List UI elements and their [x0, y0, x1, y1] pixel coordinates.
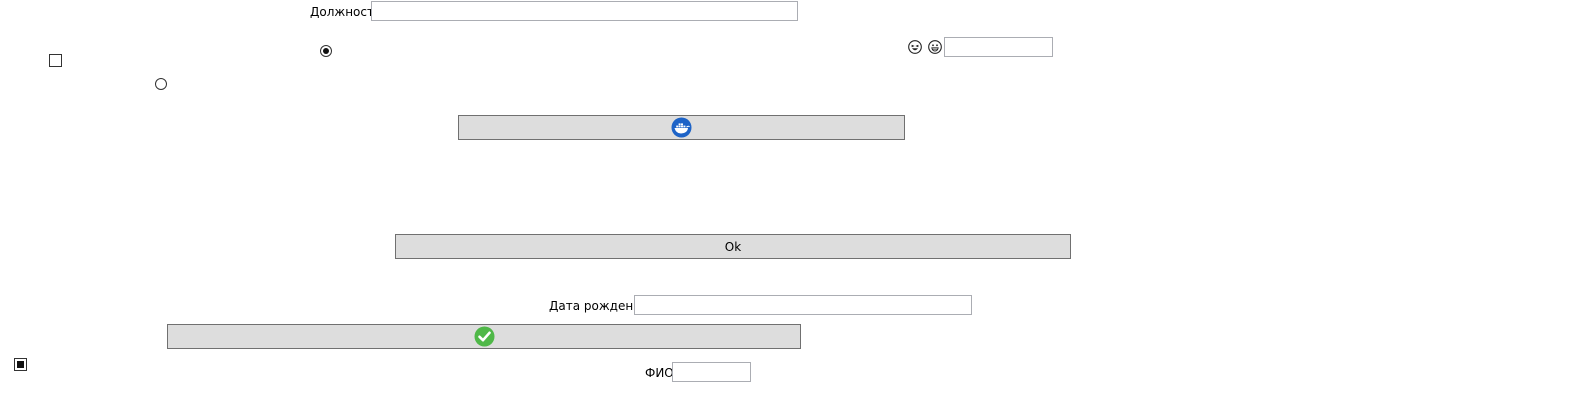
- check-icon-button[interactable]: [167, 324, 801, 349]
- grinning-face-icon: [928, 40, 942, 54]
- checkbox-unchecked[interactable]: [49, 54, 62, 67]
- checkbox-checked[interactable]: [14, 358, 27, 371]
- emoji-text-input[interactable]: [944, 37, 1053, 57]
- docker-whale-icon: [671, 117, 692, 138]
- radio-button-selected[interactable]: [320, 45, 332, 57]
- docker-icon-button[interactable]: [458, 115, 905, 140]
- fullname-label: ФИО: [645, 366, 674, 380]
- ok-button[interactable]: Ok: [395, 234, 1071, 259]
- position-input[interactable]: [371, 1, 798, 21]
- fullname-input[interactable]: [672, 362, 751, 382]
- green-checkmark-icon: [474, 326, 494, 347]
- radio-button-unselected[interactable]: [155, 78, 167, 90]
- laughing-face-icon: [908, 40, 922, 54]
- birthdate-input[interactable]: [634, 295, 972, 315]
